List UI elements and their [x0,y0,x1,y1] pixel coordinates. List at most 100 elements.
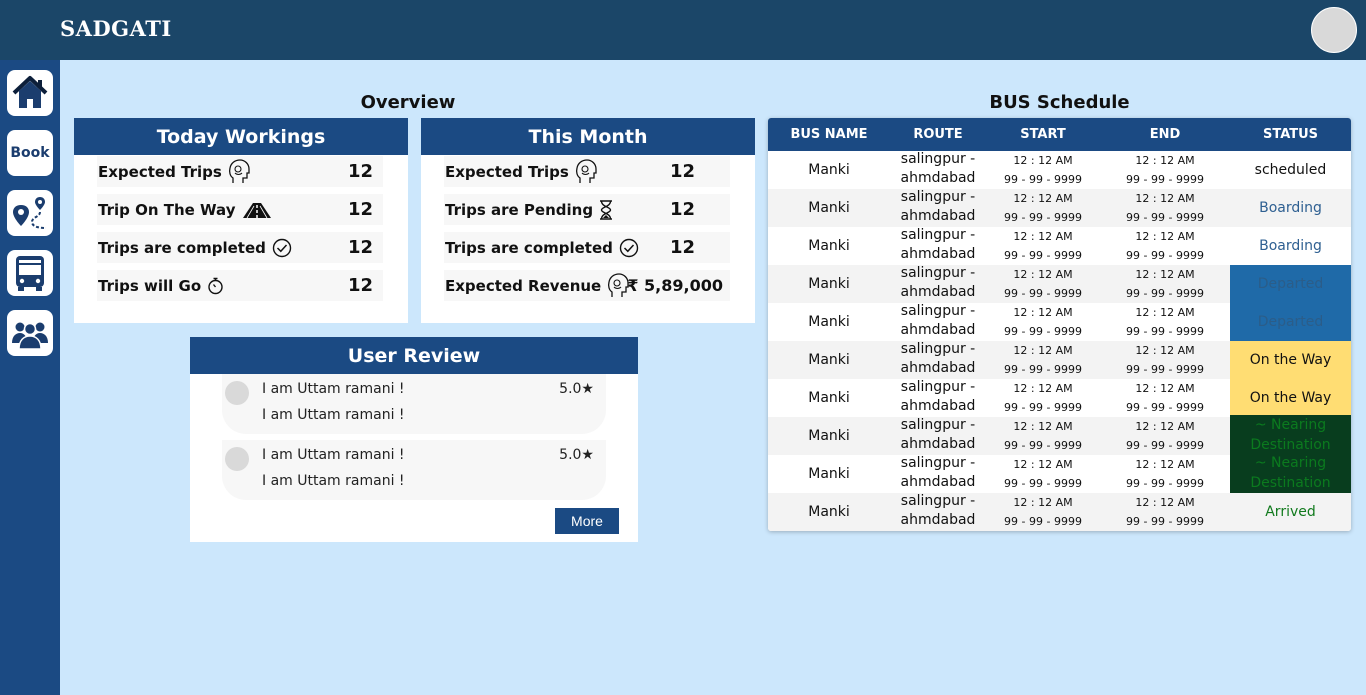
stat-row: Expected Revenue ₹ 5,89,000 [444,270,730,301]
sidebar-item-users[interactable] [7,310,53,356]
stat-value: 12 [347,199,373,220]
stat-label: Trips will Go [98,276,202,295]
table-row[interactable]: Manki salingpur - ahmdabad 12 : 12 AM 99 - 9… [768,379,1351,417]
start-time: 12 : 12 AM [1013,496,1073,509]
column-header-end: END [1149,127,1181,142]
status-badge: ~ Nearing Destination [1230,453,1351,493]
sidebar-item-home[interactable] [7,70,53,116]
end-cell: 12 : 12 AM 99 - 99 - 9999 [1100,303,1230,341]
end-cell: 12 : 12 AM 99 - 99 - 9999 [1100,265,1230,303]
road-icon [242,202,271,218]
status-badge: On the Way [1230,379,1351,417]
end-date: 99 - 99 - 9999 [1126,401,1204,414]
end-date: 99 - 99 - 9999 [1126,515,1204,528]
table-row[interactable]: Manki salingpur - ahmdabad 12 : 12 AM 99 - 9… [768,415,1351,455]
users-icon [12,322,48,350]
stat-value: ₹ 5,89,000 [627,276,723,295]
route-from: salingpur - [900,341,976,357]
timer-icon [208,277,223,294]
table-row[interactable]: Manki salingpur - ahmdabad 12 : 12 AM 99 - 9… [768,265,1351,303]
end-date: 99 - 99 - 9999 [1126,325,1204,338]
table-row[interactable]: Manki salingpur - ahmdabad 12 : 12 AM 99 - 9… [768,453,1351,493]
end-date: 99 - 99 - 9999 [1126,173,1204,186]
route-from: salingpur - [900,455,976,471]
start-date: 99 - 99 - 9999 [1004,287,1082,300]
start-cell: 12 : 12 AM 99 - 99 - 9999 [986,303,1100,341]
bus-name-cell: Manki [808,504,850,520]
bus-name-cell: Manki [808,390,850,406]
sidebar-item-routes[interactable] [7,190,53,236]
review-item: I am Uttam ramani ! I am Uttam ramani ! … [222,374,606,434]
hourglass-icon [600,199,613,220]
table-row[interactable]: Manki salingpur - ahmdabad 12 : 12 AM 99 - 9… [768,303,1351,341]
stat-value: 12 [347,161,373,182]
person-head-icon [608,272,629,297]
reviewer-avatar [225,381,249,405]
stat-value: 12 [669,237,695,258]
overview-title: Overview [360,92,456,113]
status-badge: Boarding [1259,238,1322,254]
stat-row: Trips are completed 12 [444,232,730,263]
table-row[interactable]: Manki salingpur - ahmdabad 12 : 12 AM 99 - 9… [768,189,1351,227]
table-row[interactable]: Manki salingpur - ahmdabad 12 : 12 AM 99 - 9… [768,341,1351,379]
stat-row: Trips are completed 12 [97,232,383,263]
stat-label: Trips are Pending [445,200,594,219]
route-cell: salingpur - ahmdabad [890,150,986,188]
bus-name-cell: Manki [808,466,850,482]
review-item: I am Uttam ramani ! I am Uttam ramani ! … [222,440,606,500]
bus-name-cell: Manki [808,238,850,254]
start-cell: 12 : 12 AM 99 - 99 - 9999 [986,265,1100,303]
route-to: ahmdabad [900,246,976,262]
review-text: I am Uttam ramani ! [262,473,405,489]
brand-logo[interactable]: SADGATI [60,16,172,41]
table-row[interactable]: Manki salingpur - ahmdabad 12 : 12 AM 99 - 9… [768,151,1351,189]
end-time: 12 : 12 AM [1135,306,1195,319]
route-cell: salingpur - ahmdabad [890,226,986,264]
route-from: salingpur - [900,417,976,433]
person-head-icon [575,158,597,183]
end-time: 12 : 12 AM [1135,344,1195,357]
bus-icon [16,256,44,291]
bus-name-cell: Manki [808,162,850,178]
route-to: ahmdabad [900,170,976,186]
sidebar-item-book[interactable]: Book [7,130,53,176]
route-to: ahmdabad [900,436,976,452]
user-avatar[interactable] [1311,7,1357,53]
sidebar-item-label: Book [10,145,50,161]
end-cell: 12 : 12 AM 99 - 99 - 9999 [1100,379,1230,417]
end-cell: 12 : 12 AM 99 - 99 - 9999 [1100,455,1230,493]
review-text: I am Uttam ramani ! [262,407,405,423]
end-time: 12 : 12 AM [1135,458,1195,471]
route-to: ahmdabad [900,474,976,490]
end-date: 99 - 99 - 9999 [1126,363,1204,376]
end-time: 12 : 12 AM [1135,192,1195,205]
column-header-route: ROUTE [913,127,963,142]
route-to: ahmdabad [900,360,976,376]
start-cell: 12 : 12 AM 99 - 99 - 9999 [986,493,1100,531]
sidebar-item-buses[interactable] [7,250,53,296]
table-row[interactable]: Manki salingpur - ahmdabad 12 : 12 AM 99 - 9… [768,493,1351,531]
end-time: 12 : 12 AM [1135,268,1195,281]
bus-name-cell: Manki [808,352,850,368]
table-row[interactable]: Manki salingpur - ahmdabad 12 : 12 AM 99 - 9… [768,227,1351,265]
status-badge: Departed [1230,303,1351,341]
more-reviews-button[interactable]: More [555,508,619,534]
status-badge: Departed [1230,265,1351,303]
start-date: 99 - 99 - 9999 [1004,477,1082,490]
start-cell: 12 : 12 AM 99 - 99 - 9999 [986,151,1100,189]
end-cell: 12 : 12 AM 99 - 99 - 9999 [1100,189,1230,227]
status-badge: ~ Nearing Destination [1230,415,1351,455]
route-cell: salingpur - ahmdabad [890,340,986,378]
route-cell: salingpur - ahmdabad [890,454,986,492]
bus-name-cell: Manki [808,200,850,216]
review-rating: 5.0★ [559,447,594,463]
end-date: 99 - 99 - 9999 [1126,211,1204,224]
end-time: 12 : 12 AM [1135,154,1195,167]
stat-row: Trips are Pending 12 [444,194,730,225]
this-month-title: This Month [421,118,755,155]
route-from: salingpur - [900,189,976,205]
check-circle-icon [619,238,639,257]
stat-label: Expected Trips [445,162,569,181]
status-badge: scheduled [1254,162,1327,178]
this-month-card: This Month Expected Trips 12 Trips are P… [421,118,755,323]
